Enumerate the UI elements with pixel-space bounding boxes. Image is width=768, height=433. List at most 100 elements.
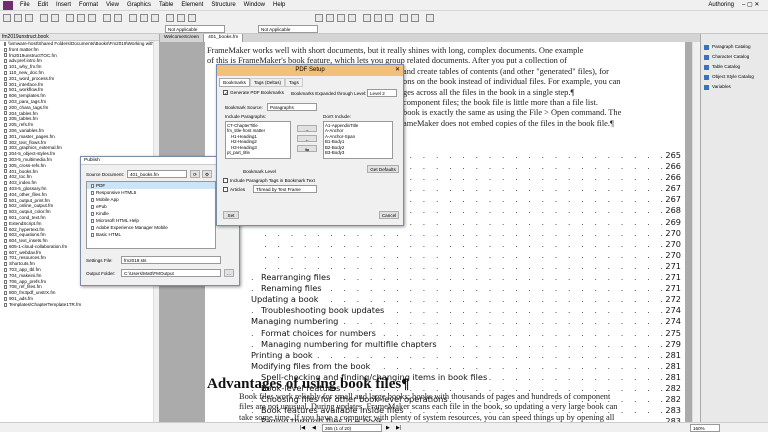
footnote-icon[interactable] <box>385 14 393 22</box>
paragraph-tag-select[interactable]: Not Applicable <box>165 25 225 33</box>
character-catalog-item[interactable]: Character Catalog <box>701 52 768 62</box>
menu-structure[interactable]: Structure <box>207 0 239 11</box>
zoom-select[interactable]: 160% <box>690 424 720 432</box>
list-item[interactable]: PDF <box>87 182 215 189</box>
move-right-button[interactable]: → <box>297 125 317 132</box>
equation-icon[interactable] <box>337 14 345 22</box>
align-left-icon[interactable] <box>166 14 174 22</box>
align-center-icon[interactable] <box>177 14 185 22</box>
toc-entry[interactable]: . . . . . . . . . . . . . . . . . . . . … <box>251 260 681 273</box>
close-icon[interactable]: ✕ <box>395 65 400 76</box>
toc-entry[interactable]: . . . . . . . . . . . . . . . . . . . . … <box>251 360 681 372</box>
variable-icon[interactable] <box>374 14 382 22</box>
list-item[interactable]: Mobile App <box>87 196 215 203</box>
tab-tags-deltas[interactable]: Tags (Deltas) <box>249 78 286 87</box>
get-defaults-button[interactable]: Get Defaults <box>367 165 399 173</box>
save-icon[interactable] <box>25 14 33 22</box>
redo-icon[interactable] <box>51 14 59 22</box>
toc-entry[interactable]: . . . . . . . . . . . . . . . . . . . . … <box>251 305 681 317</box>
tab-401-books[interactable]: 401_books.fm <box>204 34 244 42</box>
toc-entry[interactable]: . . . . . . . . . . . . . . . . . . . . … <box>251 327 681 339</box>
menu-table[interactable]: Table <box>155 0 177 11</box>
move-left-button[interactable]: ← <box>297 135 317 142</box>
thread-select[interactable]: Thread by Text Frame <box>253 185 317 193</box>
settings-icon[interactable]: ⚙ <box>202 170 212 178</box>
undo-icon[interactable] <box>40 14 48 22</box>
articles-checkbox[interactable] <box>223 187 228 193</box>
character-tag-select[interactable]: Not Applicable <box>258 25 318 33</box>
toc-entry[interactable]: . . . . . . . . . . . . . . . . . . . . … <box>251 349 681 361</box>
move-all-button[interactable]: ⇆ <box>297 145 317 152</box>
output-folder-field[interactable]: C:\Users\Matt\FMOutput <box>121 269 221 277</box>
xref-icon[interactable] <box>363 14 371 22</box>
toc-entry[interactable]: . . . . . . . . . . . . . . . . . . . . … <box>251 227 681 239</box>
list-item[interactable]: ePub <box>87 203 215 210</box>
toc-entry[interactable]: . . . . . . . . . . . . . . . . . . . . … <box>251 249 681 261</box>
cancel-button[interactable]: Cancel <box>379 211 399 219</box>
list-item[interactable]: B3-Body3 <box>325 150 391 155</box>
find-icon[interactable] <box>114 14 122 22</box>
articles-option[interactable]: Articles <box>223 187 245 193</box>
generate-bookmarks-option[interactable]: ✓ Generate PDF Bookmarks <box>223 90 284 96</box>
document-scrollbar[interactable] <box>692 42 700 422</box>
menu-graphics[interactable]: Graphics <box>123 0 155 11</box>
marker-icon[interactable] <box>348 14 356 22</box>
conditional-icon[interactable] <box>411 14 419 22</box>
settings-file-field[interactable]: fm2019.sts <box>121 256 221 264</box>
paste-icon[interactable] <box>88 14 96 22</box>
list-item[interactable]: Adobe Experience Manager Mobile <box>87 224 215 231</box>
toc-entry[interactable]: . . . . . . . . . . . . . . . . . . . . … <box>251 272 681 284</box>
list-item[interactable]: Microsoft HTML Help <box>87 217 215 224</box>
cut-icon[interactable] <box>66 14 74 22</box>
menu-file[interactable]: File <box>16 0 34 11</box>
menu-element[interactable]: Element <box>177 0 207 11</box>
variables-item[interactable]: Variables <box>701 82 768 92</box>
source-document-select[interactable]: 401_books.fm <box>127 170 187 178</box>
list-item[interactable]: Templates\ChapterTemplate1TR.fm <box>0 302 159 308</box>
spell-icon[interactable] <box>103 14 111 22</box>
hyperlink-icon[interactable] <box>400 14 408 22</box>
toc-entry[interactable]: . . . . . . . . . . . . . . . . . . . . … <box>251 338 681 350</box>
menu-help[interactable]: Help <box>269 0 289 11</box>
graphic-icon[interactable] <box>326 14 334 22</box>
tab-bookmarks[interactable]: Bookmarks <box>219 78 250 87</box>
toc-entry[interactable]: . . . . . . . . . . . . . . . . . . . . … <box>251 294 681 306</box>
include-paragraphs-list[interactable]: CT-ChapterTitle fm_title-front matter H1-H… <box>225 121 291 159</box>
page-number-field[interactable]: 265 (1 of 20) <box>322 424 382 432</box>
track-changes-icon[interactable] <box>426 14 434 22</box>
menu-window[interactable]: Window <box>240 0 269 11</box>
paragraph-catalog-item[interactable]: Paragraph Catalog <box>701 42 768 52</box>
align-right-icon[interactable] <box>188 14 196 22</box>
menu-format[interactable]: Format <box>75 0 102 11</box>
list-item[interactable]: Basic HTML <box>87 231 215 238</box>
tab-tags[interactable]: Tags <box>285 78 303 87</box>
window-controls[interactable]: – ▢ ✕ <box>738 0 768 11</box>
open-icon[interactable] <box>14 14 22 22</box>
italic-icon[interactable] <box>140 14 148 22</box>
level-select[interactable]: Level 2 <box>367 89 397 97</box>
toc-entry[interactable]: . . . . . . . . . . . . . . . . . . . . … <box>251 283 681 295</box>
browse-folder-icon[interactable]: … <box>224 269 234 277</box>
new-icon[interactable] <box>3 14 11 22</box>
include-tags-option[interactable]: Include Paragraph Tags in Bookmark Text <box>223 178 315 184</box>
dont-include-list[interactable]: A1-AppendixTitle A-Anchor A-Anchor-Span B1-… <box>323 121 393 159</box>
toc-entry[interactable]: . . . . . . . . . . . . . . . . . . . . … <box>251 238 681 250</box>
include-tags-checkbox[interactable] <box>223 178 228 184</box>
generate-checkbox[interactable]: ✓ <box>223 90 228 96</box>
set-button[interactable]: Set <box>223 211 239 219</box>
bold-icon[interactable] <box>129 14 137 22</box>
bookmark-source-select[interactable]: Paragraphs <box>267 103 317 111</box>
list-item[interactable]: Responsive HTML5 <box>87 189 215 196</box>
menu-insert[interactable]: Insert <box>52 0 75 11</box>
underline-icon[interactable] <box>151 14 159 22</box>
list-item[interactable]: Kindle <box>87 210 215 217</box>
menu-view[interactable]: View <box>102 0 123 11</box>
tab-welcome[interactable]: WelcomeScreen <box>160 34 205 42</box>
list-item[interactable]: pt_part_title <box>227 150 289 155</box>
copy-icon[interactable] <box>77 14 85 22</box>
workspace-switcher[interactable]: Authoring <box>704 0 738 11</box>
table-catalog-item[interactable]: Table Catalog <box>701 62 768 72</box>
toc-entry[interactable]: . . . . . . . . . . . . . . . . . . . . … <box>251 316 681 328</box>
menu-edit[interactable]: Edit <box>34 0 52 11</box>
object-style-catalog-item[interactable]: Object Style Catalog <box>701 72 768 82</box>
